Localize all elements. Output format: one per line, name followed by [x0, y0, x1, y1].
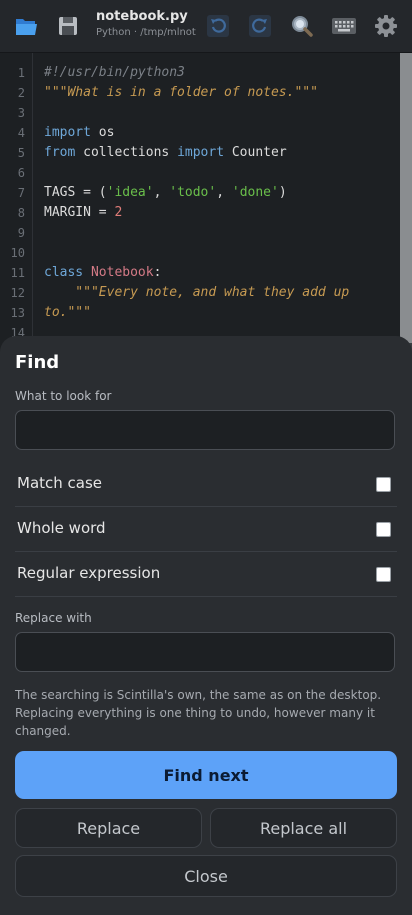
class-name: Notebook — [90, 265, 154, 280]
regex-checkbox[interactable] — [376, 567, 391, 582]
open-folder-icon[interactable] — [12, 12, 40, 40]
option-regex[interactable]: Regular expression — [15, 552, 397, 597]
string-literal: 'done' — [231, 185, 279, 200]
string-literal: 'todo' — [169, 185, 217, 200]
docstring: """What is in a folder of notes.""" — [44, 85, 318, 100]
help-text: The searching is Scintilla's own, the sa… — [15, 688, 382, 738]
code-text: Counter — [224, 145, 287, 160]
line-number: 1 — [17, 66, 25, 80]
match-case-checkbox[interactable] — [376, 477, 391, 492]
sheet-title: Find — [15, 352, 60, 373]
docstring: to.""" — [44, 305, 91, 320]
code-text: , — [216, 185, 232, 200]
shebang-comment: #!/usr/bin/python3 — [44, 65, 185, 80]
option-label: Regular expression — [17, 564, 161, 582]
line-number: 12 — [10, 286, 25, 300]
file-title: notebook.py — [96, 9, 188, 24]
line-number: 13 — [10, 306, 25, 320]
file-path: Python · /tmp/mlnotes — [96, 27, 196, 38]
line-number: 2 — [17, 86, 25, 100]
gear-icon[interactable] — [372, 12, 400, 40]
find-sheet: Find What to look for Match case Whole w… — [0, 336, 412, 915]
docstring: """Every note, and what they add up — [44, 285, 350, 300]
code-text: TAGS = ( — [44, 185, 107, 200]
replace-input[interactable] — [15, 632, 395, 672]
search-icon[interactable] — [288, 12, 316, 40]
replace-all-button[interactable]: Replace all — [210, 808, 397, 848]
close-button[interactable]: Close — [15, 855, 397, 897]
code-line: """What is in a folder of notes.""" — [44, 83, 318, 103]
toolbar: notebook.py Python · /tmp/mlnotes — [0, 0, 412, 53]
option-label: Match case — [17, 474, 103, 492]
keyboard-icon[interactable] — [330, 12, 358, 40]
code-line: class Notebook: — [44, 263, 161, 283]
save-icon[interactable] — [54, 12, 82, 40]
code-text: ) — [278, 185, 287, 200]
keyword: class — [44, 265, 84, 280]
line-number: 11 — [10, 266, 25, 280]
keyword: import — [44, 125, 91, 140]
code-text: collections — [75, 145, 178, 160]
replace-button[interactable]: Replace — [15, 808, 202, 848]
whole-word-checkbox[interactable] — [376, 522, 391, 537]
line-number: 3 — [17, 106, 25, 120]
undo-icon[interactable] — [204, 12, 232, 40]
code-line: import os — [44, 123, 114, 143]
search-label: What to look for — [15, 389, 112, 403]
code-line: TAGS = ('idea', 'todo', 'done') — [44, 183, 287, 203]
number-literal: 2 — [114, 205, 123, 220]
line-number: 9 — [17, 226, 25, 240]
code-editor[interactable]: 1 2 3 4 5 6 7 8 9 10 11 12 13 14 #!/usr/… — [0, 53, 412, 353]
code-line: from collections import Counter — [44, 143, 287, 163]
line-number: 5 — [17, 146, 25, 160]
code-text: , — [153, 185, 170, 200]
code-line: #!/usr/bin/python3 — [44, 63, 185, 83]
string-literal: 'idea' — [106, 185, 154, 200]
find-next-button[interactable]: Find next — [15, 751, 397, 799]
keyword: from — [44, 145, 76, 160]
option-match-case[interactable]: Match case — [15, 462, 397, 507]
line-number: 8 — [17, 206, 25, 220]
code-line: to.""" — [44, 303, 91, 323]
code-text: MARGIN = — [44, 205, 115, 220]
line-number: 6 — [17, 166, 25, 180]
line-number-gutter: 1 2 3 4 5 6 7 8 9 10 11 12 13 14 — [0, 53, 33, 353]
editor-scrollbar[interactable] — [400, 53, 412, 353]
line-number: 7 — [17, 186, 25, 200]
redo-icon[interactable] — [246, 12, 274, 40]
line-number: 10 — [10, 246, 25, 260]
file-title-block: notebook.py Python · /tmp/mlnotes — [96, 8, 196, 40]
keyword: import — [177, 145, 225, 160]
code-text: : — [153, 265, 162, 280]
replace-label: Replace with — [15, 611, 92, 625]
scrollbar-thumb[interactable] — [400, 53, 412, 343]
option-whole-word[interactable]: Whole word — [15, 507, 397, 552]
search-input[interactable] — [15, 410, 395, 450]
code-line: MARGIN = 2 — [44, 203, 122, 223]
code-line: """Every note, and what they add up — [44, 283, 349, 303]
line-number: 4 — [17, 126, 25, 140]
option-label: Whole word — [17, 519, 106, 537]
code-text: os — [90, 125, 115, 140]
